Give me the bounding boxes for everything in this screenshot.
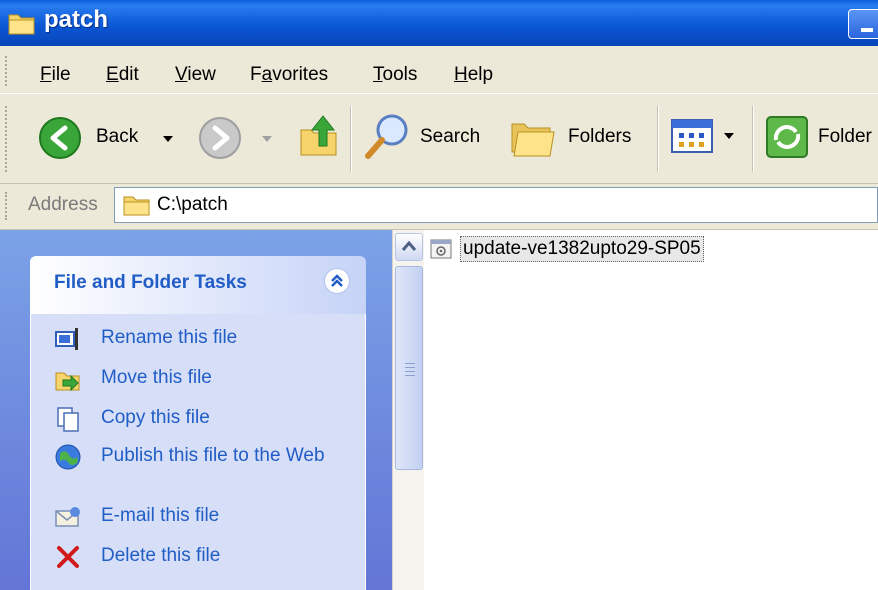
views-icon [671, 119, 713, 153]
task-label: Rename this file [101, 327, 238, 348]
toolbar-grip[interactable] [5, 106, 11, 172]
search-icon [365, 114, 408, 159]
folder-icon [123, 196, 150, 216]
folder-sync-button[interactable]: Folder [764, 112, 878, 162]
search-label: Search [420, 126, 481, 147]
forward-dropdown-icon[interactable] [262, 136, 272, 142]
task-panel-title: File and Folder Tasks [54, 272, 247, 293]
collapse-button[interactable] [324, 268, 350, 294]
menu-view[interactable]: View [175, 64, 216, 86]
views-dropdown-icon[interactable] [724, 133, 734, 139]
address-bar: Address C:\patch [0, 184, 878, 230]
minimize-button[interactable] [848, 9, 878, 39]
back-dropdown-icon[interactable] [163, 136, 173, 142]
task-label: Delete this file [101, 545, 221, 566]
publish-web-icon [55, 444, 81, 470]
vertical-scrollbar[interactable] [392, 230, 424, 590]
address-path: C:\patch [157, 194, 228, 215]
forward-arrow-icon [199, 117, 241, 159]
file-list[interactable]: update-ve1382upto29-SP05 [424, 230, 878, 590]
folder-icon [8, 14, 35, 35]
back-label: Back [96, 126, 139, 147]
folders-label: Folders [568, 126, 632, 147]
rename-icon [55, 328, 78, 350]
file-name: update-ve1382upto29-SP05 [460, 236, 704, 262]
toolbar-separator [350, 106, 352, 172]
task-label: Move this file [101, 367, 212, 388]
task-label: E-mail this file [101, 505, 220, 526]
menu-favorites[interactable]: Favorites [250, 64, 328, 86]
task-pane: File and Folder Tasks Rename this file M… [0, 230, 392, 590]
copy-icon [57, 407, 79, 432]
folders-button[interactable]: Folders [510, 112, 650, 162]
scroll-thumb[interactable] [395, 266, 423, 470]
menu-bar: File Edit View Favorites Tools Help [0, 46, 878, 94]
folder-sync-label: Folder [818, 126, 872, 147]
menu-grip[interactable] [5, 56, 11, 86]
window-title: patch [44, 6, 109, 33]
task-panel-body: Rename this file Move this file Copy thi… [30, 314, 366, 590]
task-label: Publish this file to the Web [101, 445, 325, 466]
task-label: Copy this file [101, 407, 210, 428]
back-arrow-icon [39, 117, 81, 159]
standard-toolbar: Back Search Folders Folder [0, 94, 878, 184]
toolbar-separator [752, 106, 754, 172]
back-button[interactable]: Back [38, 114, 178, 162]
menu-edit[interactable]: Edit [106, 64, 139, 86]
menu-tools[interactable]: Tools [373, 64, 417, 86]
menu-help[interactable]: Help [454, 64, 493, 86]
delete-icon [57, 546, 79, 568]
address-input[interactable]: C:\patch [114, 187, 878, 223]
toolbar-separator [657, 106, 659, 172]
scroll-up-button[interactable] [395, 233, 423, 261]
address-grip[interactable] [5, 192, 11, 220]
batch-file-icon [430, 239, 452, 259]
up-folder-icon[interactable] [298, 112, 340, 160]
search-button[interactable]: Search [362, 112, 494, 162]
move-icon [55, 372, 80, 392]
forward-button[interactable] [198, 114, 280, 162]
task-panel-header[interactable]: File and Folder Tasks [30, 256, 366, 314]
task-publish-web[interactable]: Publish this file to the Web [55, 444, 355, 494]
email-icon [55, 507, 80, 527]
folders-icon [511, 123, 555, 157]
menu-file[interactable]: File [40, 64, 71, 86]
views-button[interactable] [670, 118, 740, 158]
title-bar[interactable]: patch [0, 0, 878, 46]
folder-sync-icon [766, 116, 808, 158]
chevron-up-icon [401, 240, 417, 251]
chevron-up-icon [331, 274, 343, 287]
address-label: Address [28, 194, 98, 215]
